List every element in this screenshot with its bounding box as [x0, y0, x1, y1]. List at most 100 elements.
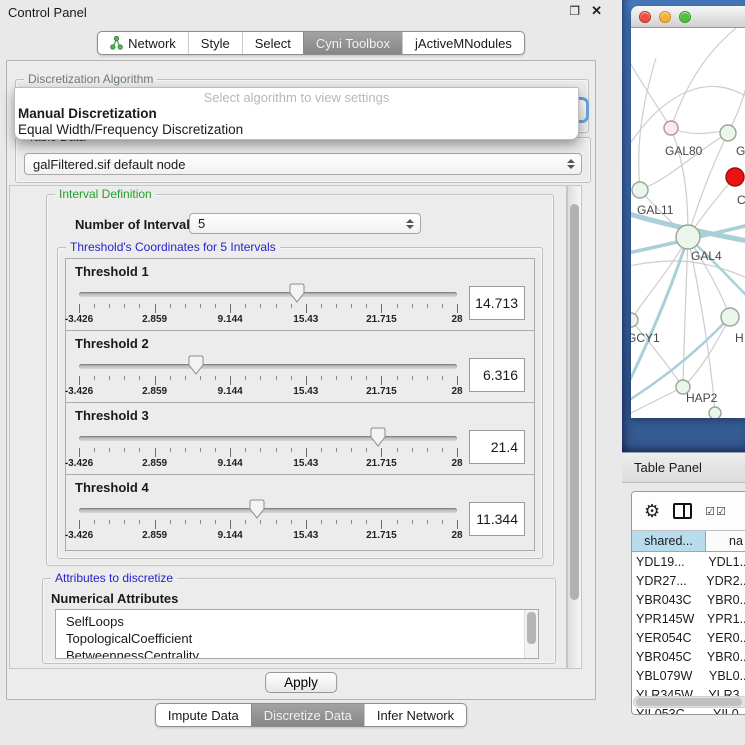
- tab-impute-label: Impute Data: [168, 708, 239, 723]
- dropdown-item-manual-discretization[interactable]: Manual Discretization: [15, 106, 578, 122]
- control-panel-titlebar: Control Panel ❐ ✕: [0, 0, 622, 24]
- thresholds-group-title: Threshold's Coordinates for 5 Intervals: [66, 240, 280, 255]
- list-scrollbar[interactable]: [524, 610, 538, 658]
- axis-tick-label: 9.144: [218, 386, 243, 397]
- node-label-gal11: GAL11: [637, 203, 674, 217]
- tab-impute-data[interactable]: Impute Data: [156, 704, 251, 726]
- close-icon[interactable]: ✕: [591, 4, 602, 18]
- threshold-2-slider[interactable]: -3.4262.8599.14415.4321.71528: [79, 351, 457, 399]
- settings-vertical-scrollbar[interactable]: [567, 185, 582, 669]
- table-panel-titlebar: Table Panel: [622, 452, 745, 483]
- table-row[interactable]: YBL079WYBL0...: [632, 666, 745, 685]
- slider-track[interactable]: [79, 292, 457, 297]
- node-label-clipped-ga: GA: [736, 144, 745, 158]
- axis-tick-label: 28: [451, 458, 462, 469]
- threshold-1-slider[interactable]: -3.4262.8599.14415.4321.71528: [79, 279, 457, 327]
- slider-thumb[interactable]: [370, 427, 386, 447]
- table-row[interactable]: YDL19...YDL1...: [632, 552, 745, 571]
- table-row[interactable]: YBR043CYBR0...: [632, 590, 745, 609]
- slider-axis-labels: -3.4262.8599.14415.4321.71528: [79, 314, 457, 326]
- table-row[interactable]: YER054CYER0...: [632, 628, 745, 647]
- tab-select[interactable]: Select: [242, 32, 303, 54]
- list-item-topologicalcoefficient[interactable]: TopologicalCoefficient: [66, 630, 522, 647]
- column-view-icon[interactable]: [673, 503, 692, 519]
- threshold-2-value[interactable]: 6.316: [469, 358, 525, 392]
- list-item-selfloops[interactable]: SelfLoops: [66, 613, 522, 630]
- node-label-gal4: GAL4: [691, 249, 722, 263]
- table-rows: YDL19...YDL1...YDR27...YDR2...YBR043CYBR…: [632, 552, 745, 715]
- tab-jactivemnodules[interactable]: jActiveMNodules: [402, 32, 524, 54]
- discretization-algorithm-group-title: Discretization Algorithm: [24, 72, 157, 87]
- table-row[interactable]: YPR145WYPR1...: [632, 609, 745, 628]
- threshold-1-value[interactable]: 14.713: [469, 286, 525, 320]
- tab-style[interactable]: Style: [188, 32, 242, 54]
- slider-thumb[interactable]: [289, 283, 305, 303]
- axis-tick-label: 28: [451, 386, 462, 397]
- cell-shared-name: YDR27...: [632, 574, 699, 588]
- tab-infer-network[interactable]: Infer Network: [364, 704, 466, 726]
- number-of-intervals-value: 5: [198, 216, 205, 231]
- number-of-intervals-label: Number of Intervals: [75, 217, 197, 232]
- threshold-3-value[interactable]: 21.4: [469, 430, 525, 464]
- minimize-button[interactable]: [659, 11, 671, 23]
- table-header: shared... na: [632, 530, 745, 552]
- network-graph: GAL80 GA GAL11 C GAL4 GCY1 H HAP2: [631, 28, 745, 418]
- axis-tick-label: -3.426: [65, 530, 93, 541]
- tab-jactive-label: jActiveMNodules: [415, 36, 512, 51]
- slider-thumb[interactable]: [188, 355, 204, 375]
- node-table: ⚙ ☑☑ shared... na YDL19...YDL1...YDR27..…: [631, 491, 745, 715]
- threshold-4-value[interactable]: 11.344: [469, 502, 525, 536]
- tab-discretize-data[interactable]: Discretize Data: [251, 704, 364, 726]
- threshold-2-label: Threshold 2: [75, 336, 525, 351]
- table-toolbar: ⚙ ☑☑: [632, 492, 745, 530]
- settings-scroll-pane: Interval Definition Number of Intervals …: [9, 185, 567, 669]
- slider-ticks: [79, 376, 457, 385]
- slider-thumb[interactable]: [249, 499, 265, 519]
- tab-network[interactable]: Network: [98, 32, 188, 54]
- tab-cyni-toolbox[interactable]: Cyni Toolbox: [303, 32, 402, 54]
- table-row[interactable]: YDR27...YDR2...: [632, 571, 745, 590]
- select-columns-icons[interactable]: ☑☑: [705, 505, 727, 518]
- axis-tick-label: 15.43: [293, 386, 318, 397]
- table-data-combobox[interactable]: galFiltered.sif default node: [24, 153, 582, 175]
- table-horizontal-scrollbar[interactable]: [633, 696, 745, 708]
- tab-style-label: Style: [201, 36, 230, 51]
- axis-tick-label: -3.426: [65, 314, 93, 325]
- attributes-group-title: Attributes to discretize: [51, 571, 177, 586]
- apply-button[interactable]: Apply: [265, 672, 337, 693]
- threshold-row-2: Threshold 2 -3.4262.8599.14415.4321.7: [66, 331, 534, 403]
- slider-track[interactable]: [79, 436, 457, 441]
- threshold-1-label: Threshold 1: [75, 264, 525, 279]
- slider-track[interactable]: [79, 364, 457, 369]
- table-row[interactable]: YBR045CYBR0...: [632, 647, 745, 666]
- stepper-icon: [567, 159, 575, 169]
- close-button[interactable]: [639, 11, 651, 23]
- slider-ticks: [79, 448, 457, 457]
- column-header-name[interactable]: na: [706, 531, 745, 551]
- numerical-attributes-list[interactable]: SelfLoops TopologicalCoefficient Between…: [55, 609, 539, 659]
- column-header-shared-name[interactable]: shared...: [632, 531, 706, 551]
- bottom-tab-bar: Impute Data Discretize Data Infer Networ…: [0, 703, 622, 727]
- cyni-toolbox-panel: Discretization Algorithm Select algorith…: [6, 60, 596, 700]
- network-window[interactable]: GAL80 GA GAL11 C GAL4 GCY1 H HAP2: [631, 6, 745, 418]
- panel-title: Control Panel: [8, 5, 87, 20]
- threshold-4-slider[interactable]: -3.4262.8599.14415.4321.71528: [79, 495, 457, 543]
- dropdown-placeholder-item[interactable]: Select algorithm to view settings: [15, 90, 578, 106]
- list-item-betweennesscentrality[interactable]: BetweennessCentrality: [66, 647, 522, 659]
- axis-tick-label: 15.43: [293, 530, 318, 541]
- zoom-button[interactable]: [679, 11, 691, 23]
- control-panel: Control Panel ❐ ✕ Network Style: [0, 0, 622, 745]
- number-of-intervals-combobox[interactable]: 5: [189, 213, 421, 234]
- network-window-titlebar: [631, 6, 745, 28]
- axis-tick-label: 9.144: [218, 314, 243, 325]
- threshold-3-slider[interactable]: -3.4262.8599.14415.4321.71528: [79, 423, 457, 471]
- float-window-icon[interactable]: ❐: [569, 4, 580, 18]
- attributes-group: Attributes to discretize Numerical Attri…: [42, 578, 556, 664]
- slider-track[interactable]: [79, 508, 457, 513]
- network-canvas[interactable]: GAL80 GA GAL11 C GAL4 GCY1 H HAP2: [631, 28, 745, 418]
- axis-tick-label: 28: [451, 314, 462, 325]
- dropdown-item-equal-width-frequency[interactable]: Equal Width/Frequency Discretization: [15, 122, 578, 138]
- interval-definition-group: Interval Definition Number of Intervals …: [46, 194, 554, 566]
- gear-icon[interactable]: ⚙: [644, 502, 660, 520]
- axis-tick-label: -3.426: [65, 386, 93, 397]
